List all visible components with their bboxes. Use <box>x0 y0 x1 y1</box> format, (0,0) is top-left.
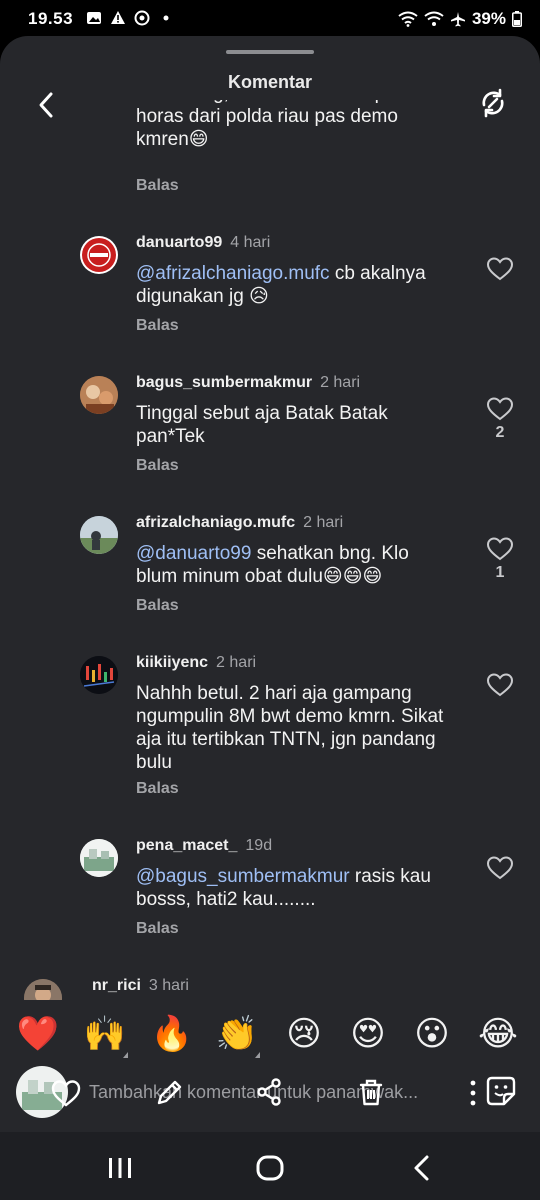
comment-username[interactable]: kiikiiyenc <box>136 654 208 671</box>
heart-outline-icon[interactable] <box>486 396 514 422</box>
avatar[interactable] <box>80 656 118 694</box>
status-time: 19.53 <box>28 9 74 28</box>
emoji-crying-button[interactable]: 😢 <box>282 1012 326 1056</box>
comment-username[interactable]: bagus_sumbermakmur <box>136 374 312 391</box>
mention-link[interactable]: @afrizalchaniago.mufc <box>136 263 330 284</box>
comment-text: TNTN bng, coba liat vidio sapaan horas d… <box>136 100 417 150</box>
comment-username[interactable]: danuarto99 <box>136 234 222 251</box>
sticker-icon[interactable] <box>484 1074 518 1108</box>
comment-text: @bagus_sumbermakmur rasis kau bosss, hat… <box>136 865 456 911</box>
home-icon[interactable] <box>254 1152 286 1184</box>
reply-button[interactable]: Balas <box>136 920 179 938</box>
gallery-icon <box>87 12 101 24</box>
emoji-reaction-bar: ❤️ 🙌 🔥 👏 😢 😍 😮 😂 <box>0 1006 540 1062</box>
like-count: 1 <box>495 564 505 581</box>
comment-header: pena_macet_ 19d <box>136 837 272 855</box>
battery-icon <box>512 11 522 27</box>
heart-outline-icon[interactable] <box>486 855 514 881</box>
wifi-call-icon <box>424 11 444 26</box>
comment-username[interactable]: nr_rici <box>92 977 141 994</box>
wifi-icon <box>398 11 418 27</box>
reply-button[interactable]: Balas <box>136 457 179 475</box>
profile-photo-icon <box>80 839 118 877</box>
sync-icon <box>134 10 150 26</box>
comment-time: 4 hari <box>230 234 271 251</box>
avatar[interactable] <box>80 376 118 414</box>
like-count: 2 <box>495 424 505 441</box>
comment-header: bagus_sumbermakmur 2 hari <box>136 374 360 392</box>
comment-text: @danuarto99 sehatkan bng. Klo blum minum… <box>136 542 436 588</box>
comment-list[interactable]: TNTN bng, coba liat vidio sapaan horas d… <box>0 100 540 1000</box>
pencil-icon[interactable] <box>154 1076 186 1108</box>
avatar[interactable] <box>80 839 118 877</box>
emoji-raised-hands-button[interactable]: 🙌 <box>83 1012 127 1056</box>
heart-outline-icon[interactable] <box>486 672 514 698</box>
heart-outline-icon[interactable] <box>486 256 514 282</box>
reply-button[interactable]: Balas <box>136 780 179 798</box>
mention-link[interactable]: @bagus_sumbermakmur <box>136 866 350 887</box>
comment-time: 2 hari <box>320 374 361 391</box>
comment-time: 3 hari <box>148 977 189 994</box>
notification-icons <box>86 10 174 26</box>
emoji-clap-button[interactable]: 👏 <box>215 1012 259 1056</box>
comment-username[interactable]: afrizalchaniago.mufc <box>136 514 295 531</box>
comment-time: 19d <box>245 837 273 854</box>
comment-text: Tinggal sebut aja Batak Batak pan*Tek <box>136 403 388 447</box>
airplane-icon <box>450 12 465 27</box>
profile-photo-icon <box>24 979 62 1000</box>
comment-composer: Tambahkan komentar untuk panamwak... <box>0 1062 540 1132</box>
recent-apps-icon[interactable] <box>104 1152 136 1184</box>
comment-header: nr_rici 3 hari <box>92 977 189 995</box>
caret-icon <box>123 1052 128 1058</box>
comments-sheet: Komentar TNTN bng, coba liat vidio sapaa… <box>0 36 540 1132</box>
warning-icon <box>111 11 125 24</box>
comment-header: danuarto99 4 hari <box>136 234 270 252</box>
share-icon[interactable] <box>253 1076 285 1108</box>
emoji-heart-button[interactable]: ❤️ <box>16 1012 60 1056</box>
emoji-laughing-button[interactable]: 😂 <box>476 1012 520 1056</box>
heart-outline-icon[interactable] <box>50 1078 82 1110</box>
battery-percent: 39% <box>471 9 506 28</box>
comment-username[interactable]: pena_macet_ <box>136 837 237 854</box>
reply-button[interactable]: Balas <box>136 317 179 335</box>
candlestick-chart-icon <box>80 656 118 694</box>
system-nav-bar <box>0 1132 540 1200</box>
comment-header: afrizalchaniago.mufc 2 hari <box>136 514 343 532</box>
emoji-fire-button[interactable]: 🔥 <box>150 1012 194 1056</box>
status-bar: 19.53 39% <box>0 0 540 36</box>
comment-text: Nahhh betul. 2 hari aja gampang ngumpuli… <box>136 683 444 773</box>
avatar[interactable] <box>80 516 118 554</box>
sheet-title: Komentar <box>227 72 312 92</box>
trash-icon[interactable] <box>355 1076 387 1108</box>
profile-photo-icon <box>80 516 118 554</box>
avatar[interactable] <box>80 236 118 274</box>
caret-icon <box>255 1052 260 1058</box>
more-icon[interactable] <box>466 1076 480 1110</box>
system-icons: 39% <box>398 9 522 29</box>
comment-text: @afrizalchaniago.mufc cb akalnya digunak… <box>136 262 456 308</box>
comment-time: 2 hari <box>303 514 344 531</box>
back-icon[interactable] <box>406 1152 438 1184</box>
comment-header: kiikiiyenc 2 hari <box>136 654 256 672</box>
reply-button[interactable]: Balas <box>136 177 179 195</box>
reply-button[interactable]: Balas <box>136 597 179 615</box>
profile-photo-icon <box>80 376 118 414</box>
emoji-surprised-button[interactable]: 😮 <box>410 1012 454 1056</box>
mention-link[interactable]: @danuarto99 <box>136 543 251 564</box>
club-logo-icon <box>82 238 116 272</box>
sheet-grabber[interactable] <box>226 50 314 54</box>
emoji-heart-eyes-button[interactable]: 😍 <box>346 1012 390 1056</box>
dot-icon <box>163 15 169 21</box>
heart-outline-icon[interactable] <box>486 536 514 562</box>
comment-time: 2 hari <box>216 654 257 671</box>
avatar[interactable] <box>24 979 62 1000</box>
